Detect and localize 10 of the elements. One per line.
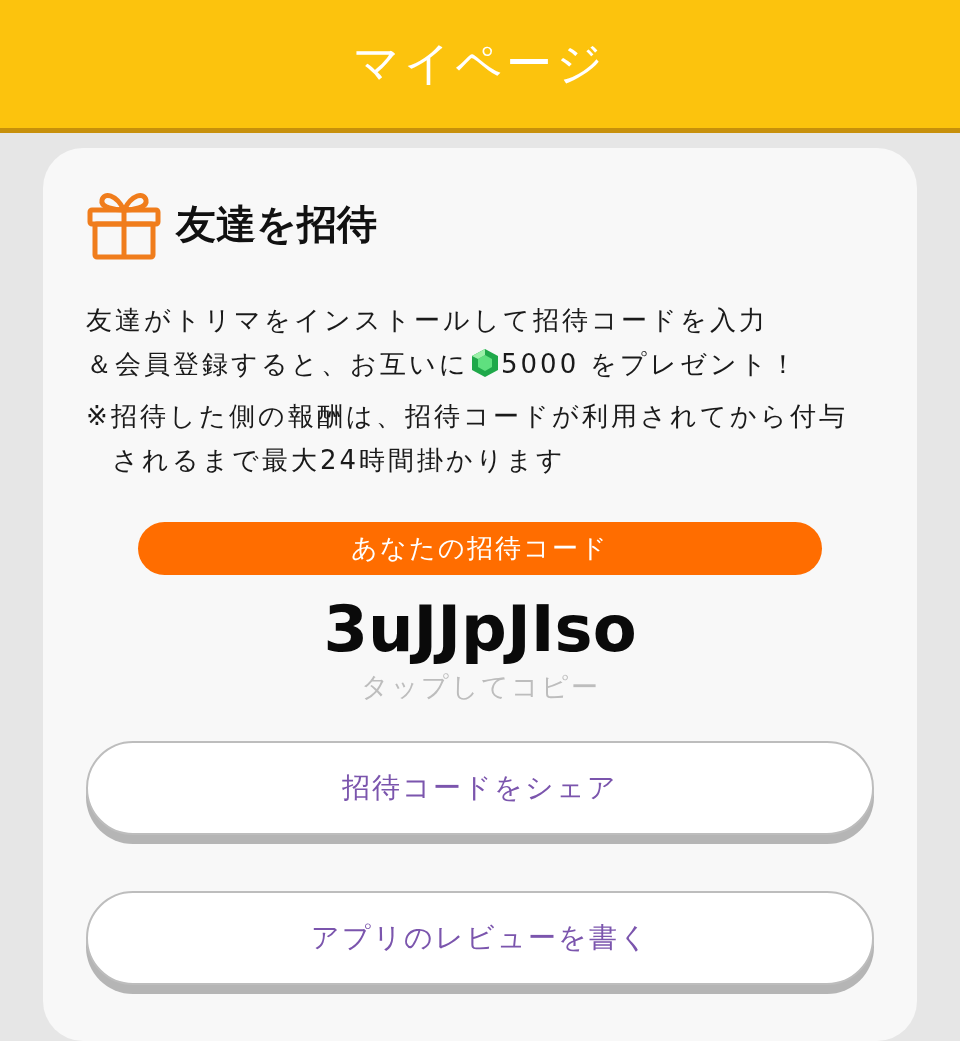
gem-icon: [470, 348, 500, 378]
code-label: あなたの招待コード: [138, 522, 822, 575]
section-title: 友達を招待: [176, 199, 377, 249]
note-text: ※招待した側の報酬は、招待コードが利用されてから付与されるまで最大24時間掛かります: [86, 400, 849, 477]
description-text: ＆会員登録すると、お互いに: [86, 349, 469, 379]
page-title: マイページ: [353, 35, 607, 92]
description-text: 5000 をプレゼント！: [501, 349, 800, 379]
description-text: 友達がトリマをインストールして招待コードを入力: [86, 304, 769, 337]
copy-hint: タップしてコピー: [360, 670, 600, 704]
invite-code[interactable]: 3uJJpJIso: [86, 589, 874, 669]
